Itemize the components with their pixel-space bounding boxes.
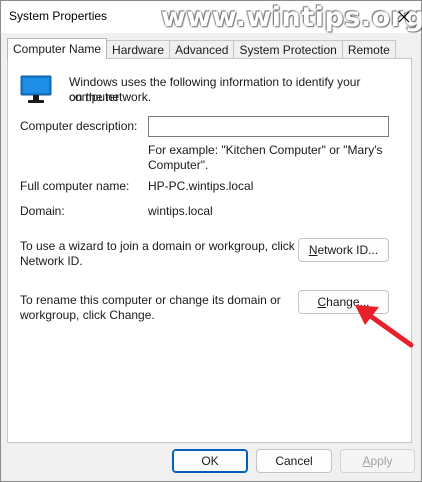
- computer-name-panel: Windows uses the following information t…: [7, 58, 412, 443]
- watermark: www.wintips.org: [161, 2, 422, 33]
- tab-advanced[interactable]: Advanced: [169, 40, 235, 59]
- change-accelerator: C: [317, 295, 327, 309]
- intro-text-line2: on the network.: [69, 90, 152, 104]
- window-title: System Properties: [9, 9, 108, 23]
- apply-button[interactable]: Apply: [340, 449, 415, 473]
- computer-description-label: Computer description:: [20, 119, 138, 133]
- close-icon: [398, 11, 410, 23]
- computer-monitor-icon: [20, 75, 52, 103]
- wizard-text-line2: Network ID.: [20, 254, 83, 268]
- system-properties-window: System Properties www.wintips.org Comput…: [0, 0, 422, 482]
- network-id-accelerator: N: [308, 243, 318, 257]
- tab-system-protection[interactable]: System Protection: [233, 40, 343, 59]
- example-text-line1: For example: "Kitchen Computer" or "Mary…: [148, 143, 383, 157]
- ok-button[interactable]: OK: [172, 449, 248, 473]
- cancel-button[interactable]: Cancel: [256, 449, 332, 473]
- close-button[interactable]: [393, 6, 415, 28]
- tab-strip: Computer Name Hardware Advanced System P…: [7, 38, 396, 59]
- tab-computer-name[interactable]: Computer Name: [7, 38, 108, 59]
- apply-accelerator: A: [362, 454, 371, 468]
- full-computer-name-value: HP-PC.wintips.local: [148, 179, 254, 193]
- network-id-button[interactable]: Network ID...: [298, 238, 389, 262]
- domain-value: wintips.local: [148, 204, 213, 218]
- title-bar[interactable]: System Properties www.wintips.org: [1, 1, 422, 33]
- rename-text-line1: To rename this computer or change its do…: [20, 293, 281, 307]
- wizard-text-line1: To use a wizard to join a domain or work…: [20, 239, 295, 253]
- red-pointer-arrow-icon: [355, 305, 414, 348]
- apply-label: pply: [370, 454, 393, 468]
- computer-description-input[interactable]: [148, 116, 389, 137]
- tab-hardware[interactable]: Hardware: [106, 40, 171, 59]
- network-id-label: etwork ID...: [317, 243, 379, 257]
- tab-remote[interactable]: Remote: [341, 40, 396, 59]
- domain-label: Domain:: [20, 204, 65, 218]
- rename-text-line2: workgroup, click Change.: [20, 308, 155, 322]
- full-computer-name-label: Full computer name:: [20, 179, 130, 193]
- example-text-line2: Computer".: [148, 158, 209, 172]
